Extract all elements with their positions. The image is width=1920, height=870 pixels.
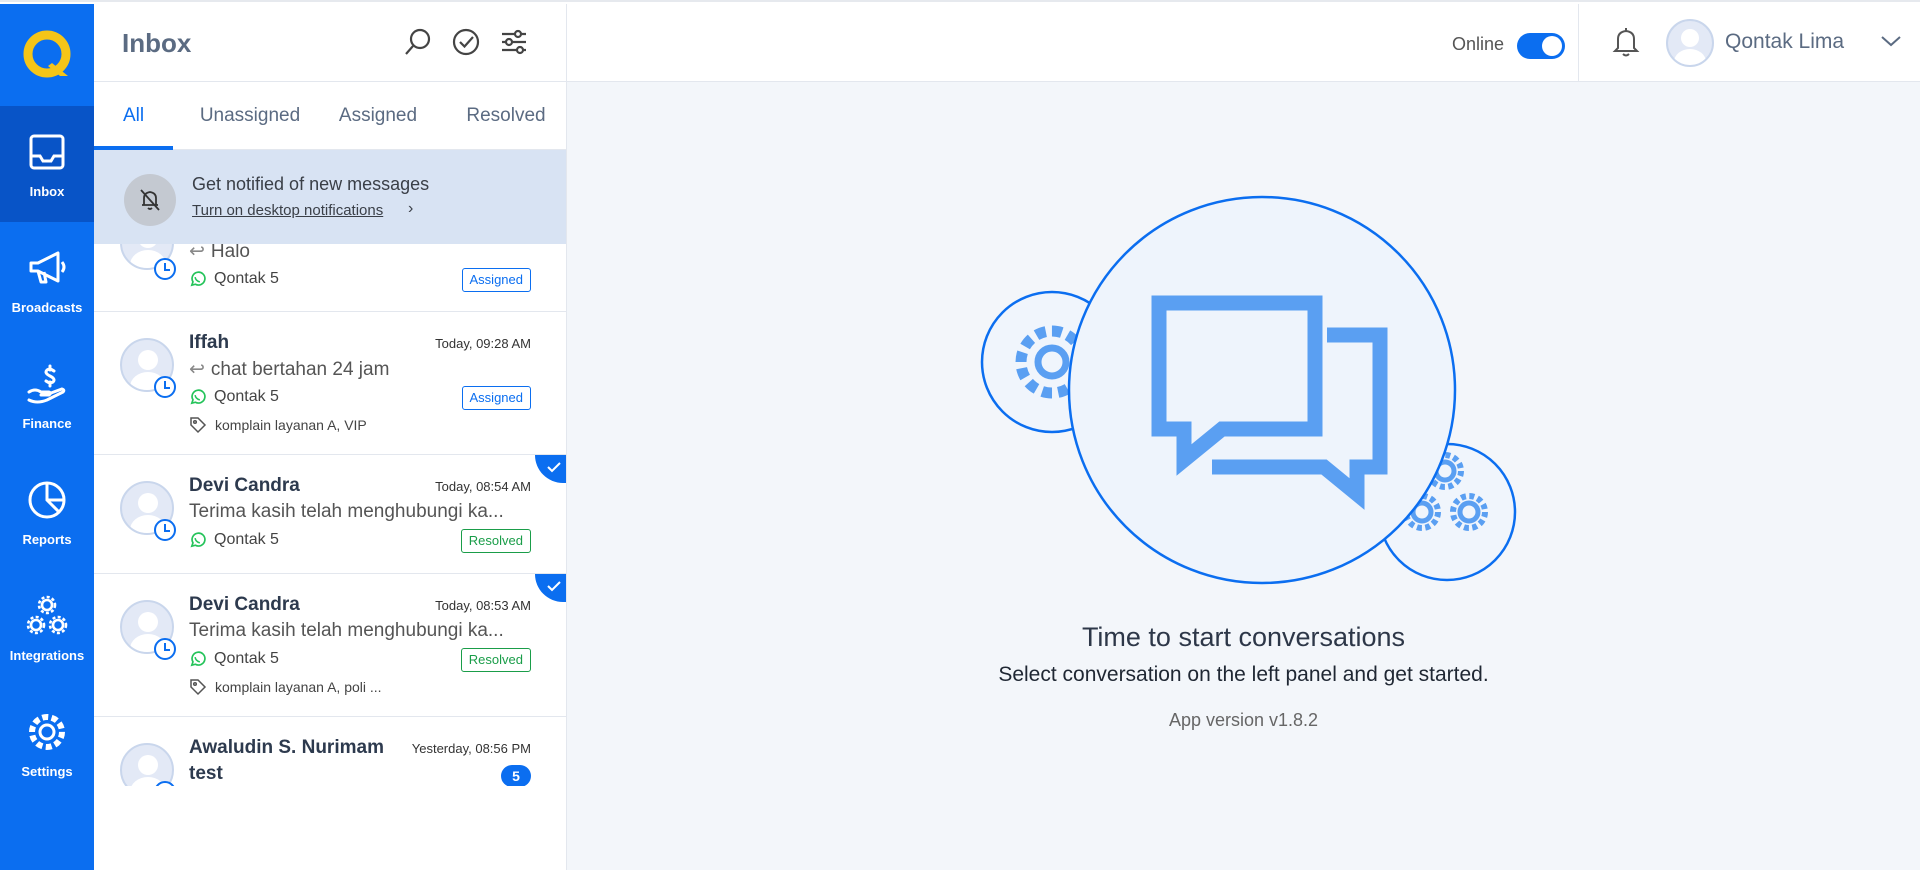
empty-state-subtitle: Select conversation on the left panel an… — [998, 663, 1489, 686]
sidebar-item-label: Inbox — [29, 183, 65, 199]
tag-icon — [190, 679, 207, 696]
unread-count-badge: 5 — [501, 765, 531, 786]
timestamp: Today, 09:28 AM — [435, 336, 531, 351]
user-avatar[interactable] — [1666, 19, 1714, 67]
tab-resolved[interactable]: Resolved — [446, 82, 566, 150]
list-item[interactable]: Devi Candra Today, 08:54 AM Terima kasih… — [94, 455, 566, 574]
clock-icon — [154, 376, 176, 398]
qontak-logo[interactable] — [0, 4, 94, 106]
selected-check-icon — [535, 455, 566, 483]
integrations-icon — [26, 595, 68, 634]
toggle-knob — [1542, 36, 1562, 56]
list-item[interactable]: Devi Candra Today, 08:53 AM Terima kasih… — [94, 574, 566, 717]
reply-icon: ↩ — [189, 359, 205, 380]
check-circle-icon[interactable] — [450, 26, 482, 58]
conversation-empty-state: Time to start conversations Select conve… — [567, 82, 1920, 870]
sidebar-item-broadcasts[interactable]: Broadcasts — [0, 222, 94, 338]
last-message: test — [189, 763, 223, 784]
inbox-panel: Inbox All Unassigned Assigned Resolved G… — [94, 4, 567, 870]
gear-icon — [29, 713, 65, 750]
sidebar-item-inbox[interactable]: Inbox — [0, 106, 94, 222]
tab-assigned[interactable]: Assigned — [318, 82, 438, 150]
whatsapp-icon — [190, 388, 206, 404]
status-badge: Resolved — [460, 648, 531, 672]
sidebar-item-integrations[interactable]: Integrations — [0, 570, 94, 686]
channel: Qontak 5 — [189, 650, 279, 668]
whatsapp-icon — [190, 531, 206, 547]
status-badge: Assigned — [461, 386, 531, 410]
online-status-label: Online — [1452, 34, 1505, 54]
notification-title: Get notified of new messages — [192, 174, 430, 194]
clock-icon — [154, 258, 176, 280]
conversations-illustration — [980, 195, 1517, 585]
clock-icon — [154, 519, 176, 541]
tags: komplain layanan A, poli ... — [189, 678, 382, 696]
channel: Qontak 5 — [189, 270, 279, 288]
sidebar-item-reports[interactable]: Reports — [0, 454, 94, 570]
tab-unassigned[interactable]: Unassigned — [180, 82, 320, 150]
qontak-logo-icon — [23, 30, 71, 78]
clock-icon — [154, 638, 176, 660]
online-toggle[interactable] — [1517, 33, 1565, 59]
last-message: ↩ chat bertahan 24 jam — [189, 359, 390, 380]
status-badge: Assigned — [461, 268, 531, 292]
sidebar-item-label: Finance — [22, 415, 72, 431]
status-badge: Resolved — [460, 529, 531, 553]
bell-off-icon — [124, 174, 176, 226]
contact-name: Devi Candra — [189, 594, 300, 615]
search-icon[interactable] — [402, 26, 434, 58]
selected-check-icon — [535, 574, 566, 602]
inbox-tabs: All Unassigned Assigned Resolved — [94, 82, 566, 150]
sidebar-item-label: Reports — [22, 531, 72, 547]
whatsapp-icon — [190, 650, 206, 666]
sidebar-item-label: Integrations — [9, 647, 85, 663]
user-name[interactable]: Qontak Lima — [1725, 30, 1844, 54]
conversation-list[interactable]: Get notified of new messages Turn on des… — [94, 150, 566, 786]
timestamp: Yesterday, 08:56 PM — [411, 741, 531, 756]
contact-name: Awaludin S. Nurimam — [189, 737, 384, 758]
empty-state-title: Time to start conversations — [1081, 622, 1406, 652]
sidebar-item-label: Broadcasts — [11, 299, 83, 315]
sidebar-item-finance[interactable]: Finance — [0, 338, 94, 454]
last-message: Terima kasih telah menghubungi ka... — [189, 620, 504, 641]
filter-sliders-icon[interactable] — [498, 26, 530, 58]
list-item[interactable]: Iffah Today, 09:28 AM ↩ chat bertahan 24 … — [94, 312, 566, 455]
avatar — [120, 743, 174, 786]
app-version: App version v1.8.2 — [1168, 710, 1319, 730]
reply-icon: ↩ — [189, 241, 205, 262]
contact-name: Devi Candra — [189, 475, 300, 496]
page-title: Inbox — [122, 28, 192, 58]
whatsapp-icon — [190, 270, 206, 286]
megaphone-icon — [29, 251, 66, 283]
tags: komplain layanan A, VIP — [189, 416, 367, 434]
enable-notifications-link[interactable]: Turn on desktop notifications — [192, 202, 383, 219]
inbox-icon — [29, 134, 65, 169]
last-message: Terima kasih telah menghubungi ka... — [189, 501, 504, 522]
chevron-down-icon[interactable] — [1880, 34, 1902, 48]
channel: Qontak 5 — [189, 531, 279, 549]
inbox-header: Inbox — [94, 4, 566, 82]
notification-banner: Get notified of new messages Turn on des… — [94, 150, 566, 244]
divider — [1578, 4, 1579, 82]
pie-chart-icon — [28, 481, 66, 518]
contact-name: Iffah — [189, 332, 230, 353]
chevron-right-icon: › — [408, 200, 414, 217]
finance-icon — [27, 364, 66, 403]
sidebar-item-settings[interactable]: Settings — [0, 686, 94, 802]
top-bar: Online Qontak Lima — [567, 4, 1920, 82]
app-frame: Inbox Broadcasts Finance Reports Integra… — [0, 0, 1920, 870]
channel: Qontak 5 — [189, 388, 279, 406]
timestamp: Today, 08:53 AM — [435, 598, 531, 613]
bell-icon[interactable] — [1611, 26, 1641, 58]
list-item[interactable]: Awaludin S. Nurimam Yesterday, 08:56 PM … — [94, 717, 566, 786]
timestamp: Today, 08:54 AM — [435, 479, 531, 494]
sidebar: Inbox Broadcasts Finance Reports Integra… — [0, 4, 94, 870]
sidebar-item-label: Settings — [21, 763, 73, 779]
tag-icon — [190, 417, 207, 434]
tab-all[interactable]: All — [94, 82, 173, 150]
